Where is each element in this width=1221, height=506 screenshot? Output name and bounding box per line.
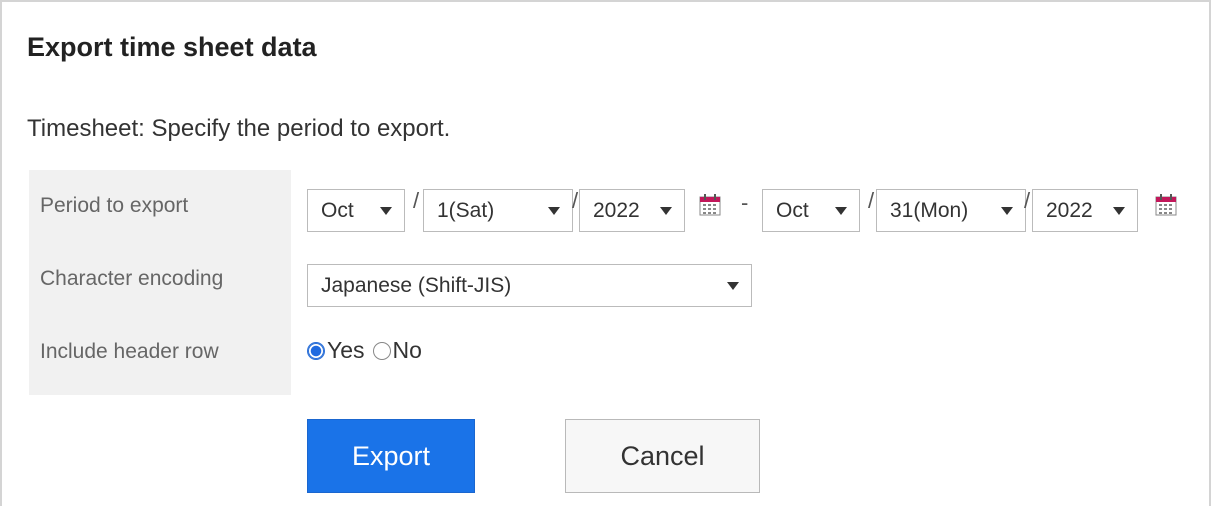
description-text: Timesheet: Specify the period to export. — [27, 115, 451, 142]
date-separator: / — [572, 188, 579, 213]
header-row-label: Include header row — [40, 340, 219, 363]
to-day-value: 31(Mon) — [890, 198, 969, 222]
radio-yes[interactable] — [307, 341, 325, 360]
export-dialog: Export time sheet data Timesheet: Specif… — [0, 0, 1211, 506]
to-day-select[interactable]: 31(Mon) — [876, 189, 1026, 232]
period-label: Period to export — [40, 194, 189, 217]
from-year-select[interactable]: 2022 — [579, 189, 685, 232]
radio-no[interactable] — [372, 341, 391, 360]
to-month-select[interactable]: Oct — [762, 189, 860, 232]
date-separator: / — [868, 188, 875, 213]
from-day-select[interactable]: 1(Sat) — [423, 189, 573, 232]
from-month-value: Oct — [321, 198, 354, 222]
header-row-options: Yes No — [307, 337, 422, 364]
to-year-select[interactable]: 2022 — [1032, 189, 1138, 232]
chevron-down-icon — [835, 206, 847, 215]
calendar-icon[interactable] — [1155, 194, 1177, 216]
page-title: Export time sheet data — [27, 32, 317, 62]
chevron-down-icon — [1113, 206, 1125, 215]
to-year-value: 2022 — [1046, 198, 1093, 222]
cancel-button[interactable]: Cancel — [565, 419, 760, 493]
encoding-value: Japanese (Shift-JIS) — [321, 273, 512, 297]
radio-no-label[interactable]: No — [393, 337, 422, 364]
from-month-select[interactable]: Oct — [307, 189, 405, 232]
chevron-down-icon — [1001, 206, 1013, 215]
radio-yes-label[interactable]: Yes — [327, 337, 365, 364]
chevron-down-icon — [548, 206, 560, 215]
to-month-value: Oct — [776, 198, 809, 222]
chevron-down-icon — [660, 206, 672, 215]
chevron-down-icon — [727, 281, 739, 290]
chevron-down-icon — [380, 206, 392, 215]
date-separator: / — [1024, 188, 1031, 213]
from-year-value: 2022 — [593, 198, 640, 222]
range-dash: - — [741, 190, 749, 215]
encoding-label: Character encoding — [40, 267, 224, 290]
calendar-icon[interactable] — [699, 194, 721, 216]
from-day-value: 1(Sat) — [437, 198, 495, 222]
date-separator: / — [413, 188, 420, 213]
export-button[interactable]: Export — [307, 419, 475, 493]
encoding-select[interactable]: Japanese (Shift-JIS) — [307, 264, 752, 307]
